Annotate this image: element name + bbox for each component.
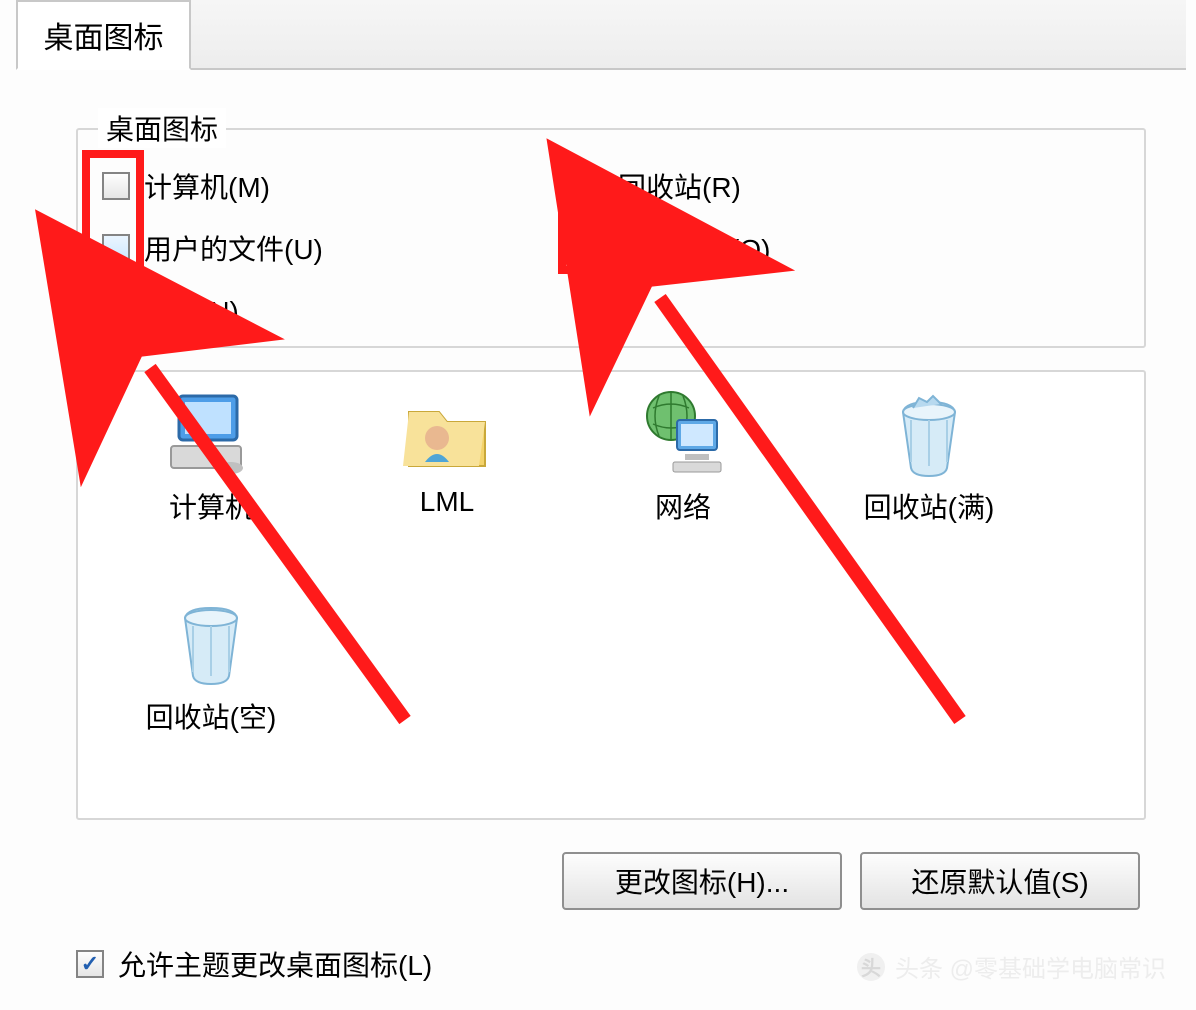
checkbox-userfiles-label: 用户的文件(U) [144,228,323,268]
watermark-icon: 头 [857,953,885,981]
icon-item-computer[interactable]: 计算机 [106,388,316,526]
checkbox-recycle-row[interactable]: 回收站(R) [576,168,741,204]
checkbox-control-row[interactable]: 控制面板(O) [576,230,770,266]
icon-preview-box: 计算机 LML [76,370,1146,820]
checkbox-network-label: 网络(N) [144,290,239,330]
watermark: 头 头条 @零基础学电脑常识 [857,949,1166,984]
icon-label-recycle-full: 回收站(满) [864,486,995,526]
icon-item-recycle-full[interactable]: 回收站(满) [814,388,1044,526]
icon-item-network[interactable]: 网络 [578,388,788,526]
icon-label-recycle-empty: 回收站(空) [146,696,277,736]
checkbox-recycle[interactable] [576,172,604,200]
desktop-icons-group: 桌面图标 计算机(M) 用户的文件(U) 网络(N) 回收站(R) 控制面板(O… [76,128,1146,348]
restore-default-label: 还原默认值(S) [911,861,1088,901]
group-legend: 桌面图标 [98,108,226,148]
checkbox-computer-row[interactable]: 计算机(M) [102,168,270,204]
allow-themes-row[interactable]: 允许主题更改桌面图标(L) [76,944,432,984]
checkbox-computer[interactable] [102,172,130,200]
checkbox-control[interactable] [576,234,604,262]
user-folder-icon [397,388,497,478]
checkbox-network[interactable] [102,296,130,324]
change-icon-button[interactable]: 更改图标(H)... [562,852,842,910]
icon-label-user: LML [420,486,474,518]
checkbox-network-row[interactable]: 网络(N) [102,292,239,328]
change-icon-label: 更改图标(H)... [615,861,789,901]
checkbox-recycle-label: 回收站(R) [618,166,741,206]
allow-themes-label: 允许主题更改桌面图标(L) [118,944,432,984]
restore-default-button[interactable]: 还原默认值(S) [860,852,1140,910]
watermark-text: 头条 @零基础学电脑常识 [895,949,1166,984]
computer-icon [161,388,261,478]
recycle-bin-empty-icon [161,598,261,688]
icon-label-network: 网络 [655,486,711,526]
recycle-bin-full-icon [879,388,979,478]
checkbox-computer-label: 计算机(M) [144,166,270,206]
checkbox-userfiles-row[interactable]: 用户的文件(U) [102,230,323,266]
tab-desktop-icons[interactable]: 桌面图标 [16,0,191,70]
icon-label-computer: 计算机 [169,486,253,526]
allow-themes-checkbox[interactable] [76,950,104,978]
icon-item-user[interactable]: LML [342,388,552,518]
checkbox-userfiles[interactable] [102,234,130,262]
network-icon [633,388,733,478]
tab-label: 桌面图标 [44,13,164,57]
icon-item-recycle-empty[interactable]: 回收站(空) [106,598,316,736]
tab-bar: 桌面图标 [16,0,1186,70]
checkbox-control-label: 控制面板(O) [618,228,770,268]
